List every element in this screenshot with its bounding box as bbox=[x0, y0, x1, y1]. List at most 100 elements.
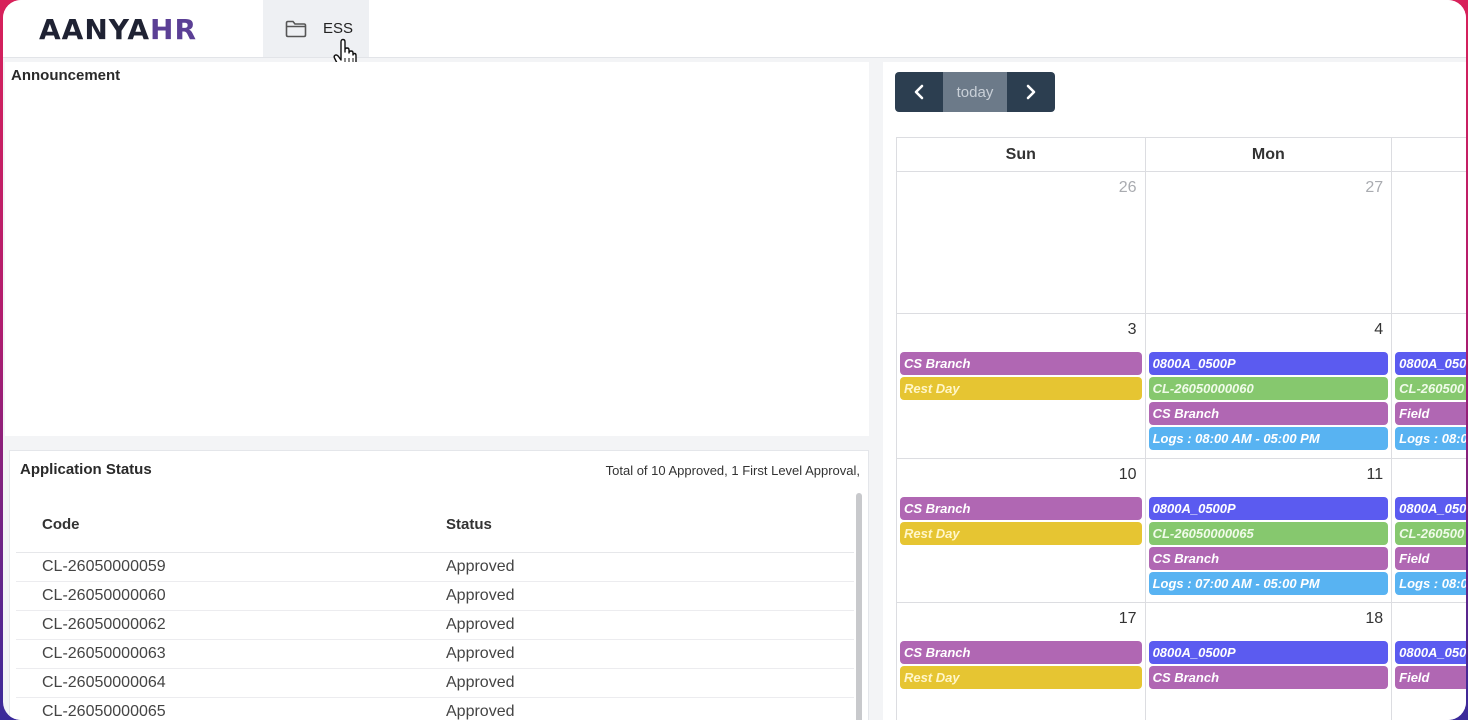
folder-icon bbox=[285, 20, 307, 37]
column-header-code[interactable]: Code bbox=[16, 516, 446, 533]
calendar-event[interactable]: 0800A_0500P bbox=[1148, 641, 1389, 664]
calendar-week: 17 CS Branch Rest Day 18 0800A_0500P CS Branc… bbox=[897, 603, 1466, 720]
calendar-event[interactable]: Rest Day bbox=[900, 377, 1142, 400]
application-status-table: Code Status CL-26050000059 Approved CL-260… bbox=[16, 497, 854, 720]
calendar-nav: today bbox=[895, 72, 1055, 112]
calendar-day-cell[interactable]: 3 CS Branch Rest Day bbox=[897, 314, 1146, 459]
calendar-event[interactable]: CL-260500 bbox=[1395, 522, 1466, 545]
today-button[interactable]: today bbox=[943, 72, 1007, 112]
cell-code: CL-26050000063 bbox=[42, 645, 166, 662]
day-header-tue bbox=[1392, 138, 1466, 172]
calendar-day-cell[interactable]: 0800A_050 Field bbox=[1392, 603, 1466, 720]
cell-status: Approved bbox=[446, 587, 515, 604]
calendar-grid: Sun Mon 26 27 3 CS Branch Rest Day 4 0800A_050… bbox=[896, 137, 1466, 720]
table-row[interactable]: CL-26050000059 Approved bbox=[16, 553, 854, 582]
calendar-event[interactable]: CL-26050000065 bbox=[1148, 522, 1389, 545]
calendar-event[interactable]: Field bbox=[1395, 547, 1466, 570]
next-button[interactable] bbox=[1007, 72, 1055, 112]
calendar-day-cell[interactable]: 11 0800A_0500P CL-26050000065 CS Branch Logs… bbox=[1145, 459, 1393, 603]
day-events: 0800A_0500P CS Branch bbox=[1148, 641, 1389, 691]
day-events: CS Branch Rest Day bbox=[900, 352, 1142, 402]
cell-status: Approved bbox=[446, 674, 515, 691]
calendar-event[interactable]: CL-260500 bbox=[1395, 377, 1466, 400]
day-header-mon: Mon bbox=[1145, 138, 1393, 172]
logo-main: AANYA bbox=[39, 13, 151, 46]
calendar-event[interactable]: Field bbox=[1395, 402, 1466, 425]
calendar-event[interactable]: Logs : 08:0 bbox=[1395, 427, 1466, 450]
calendar-week: 3 CS Branch Rest Day 4 0800A_0500P CL-2605000… bbox=[897, 314, 1466, 459]
calendar-day-cell[interactable] bbox=[1392, 172, 1466, 314]
day-number[interactable]: 18 bbox=[1365, 610, 1383, 628]
calendar-day-cell[interactable]: 26 bbox=[897, 172, 1146, 314]
table-row[interactable]: CL-26050000062 Approved bbox=[16, 611, 854, 640]
calendar-event[interactable]: 0800A_0500P bbox=[1148, 352, 1389, 375]
day-number[interactable]: 26 bbox=[1119, 179, 1137, 197]
day-events: CS Branch Rest Day bbox=[900, 641, 1142, 691]
calendar-event[interactable]: 0800A_0500P bbox=[1148, 497, 1389, 520]
calendar-week: 26 27 bbox=[897, 172, 1466, 314]
app-logo[interactable]: AANYAHR bbox=[39, 14, 197, 46]
calendar-event[interactable]: 0800A_050 bbox=[1395, 352, 1466, 375]
calendar-event[interactable]: CL-26050000060 bbox=[1148, 377, 1389, 400]
calendar-event[interactable]: CS Branch bbox=[1148, 402, 1389, 425]
day-number[interactable]: 4 bbox=[1374, 321, 1383, 339]
calendar-event[interactable]: Logs : 07:00 AM - 05:00 PM bbox=[1148, 572, 1389, 595]
calendar-day-cell[interactable]: 4 0800A_0500P CL-26050000060 CS Branch Logs … bbox=[1145, 314, 1393, 459]
calendar-event[interactable]: CS Branch bbox=[900, 641, 1142, 664]
calendar-day-cell[interactable]: 17 CS Branch Rest Day bbox=[897, 603, 1146, 720]
column-header-status[interactable]: Status bbox=[446, 516, 854, 533]
table-scrollbar[interactable] bbox=[856, 493, 862, 720]
day-events: 0800A_050 CL-260500 Field Logs : 08:0 bbox=[1395, 497, 1466, 597]
calendar-event[interactable]: CS Branch bbox=[900, 352, 1142, 375]
day-events: 0800A_0500P CL-26050000065 CS Branch Logs :… bbox=[1148, 497, 1389, 597]
chevron-right-icon bbox=[1026, 84, 1036, 100]
day-number[interactable]: 11 bbox=[1367, 466, 1384, 484]
calendar-event[interactable]: CS Branch bbox=[1148, 547, 1389, 570]
calendar-event[interactable]: Rest Day bbox=[900, 666, 1142, 689]
calendar-day-cell[interactable]: 18 0800A_0500P CS Branch bbox=[1146, 603, 1393, 720]
table-row[interactable]: CL-26050000065 Approved bbox=[16, 698, 854, 720]
logo-accent: HR bbox=[150, 13, 198, 46]
cell-status: Approved bbox=[446, 703, 515, 720]
day-number[interactable]: 27 bbox=[1365, 179, 1383, 197]
app-window: AANYAHR ESS Announcement Application Sta… bbox=[3, 0, 1466, 720]
cell-status: Approved bbox=[446, 558, 515, 575]
calendar-event[interactable]: Logs : 08:00 AM - 05:00 PM bbox=[1148, 427, 1389, 450]
application-status-panel: Application Status Total of 10 Approved,… bbox=[9, 450, 869, 720]
day-number[interactable]: 17 bbox=[1119, 610, 1137, 628]
table-row[interactable]: CL-26050000063 Approved bbox=[16, 640, 854, 669]
calendar-event[interactable]: Field bbox=[1395, 666, 1466, 689]
cell-code: CL-26050000064 bbox=[42, 674, 166, 691]
calendar-event[interactable]: Rest Day bbox=[900, 522, 1142, 545]
calendar-day-cell[interactable]: 0800A_050 CL-260500 Field Logs : 08:0 bbox=[1392, 459, 1466, 603]
calendar-event[interactable]: 0800A_050 bbox=[1395, 641, 1466, 664]
day-header-sun: Sun bbox=[897, 138, 1146, 172]
table-row[interactable]: CL-26050000060 Approved bbox=[16, 582, 854, 611]
calendar-event[interactable]: 0800A_050 bbox=[1395, 497, 1466, 520]
ess-tab-label: ESS bbox=[323, 20, 354, 37]
day-events: 0800A_050 Field bbox=[1395, 641, 1466, 691]
cell-status: Approved bbox=[446, 616, 515, 633]
calendar-day-cell[interactable]: 10 CS Branch Rest Day bbox=[897, 459, 1146, 603]
calendar-day-cell[interactable]: 27 bbox=[1145, 172, 1393, 314]
calendar-day-cell[interactable]: 0800A_050 CL-260500 Field Logs : 08:0 bbox=[1392, 314, 1466, 459]
table-header: Code Status bbox=[16, 497, 854, 553]
application-status-summary: Total of 10 Approved, 1 First Level Appr… bbox=[605, 463, 860, 478]
cell-code: CL-26050000059 bbox=[42, 558, 166, 575]
day-events: 0800A_0500P CL-26050000060 CS Branch Logs :… bbox=[1148, 352, 1389, 452]
calendar-event[interactable]: CS Branch bbox=[900, 497, 1142, 520]
chevron-left-icon bbox=[914, 84, 924, 100]
day-number[interactable]: 10 bbox=[1119, 466, 1137, 484]
calendar-event[interactable]: CS Branch bbox=[1148, 666, 1389, 689]
table-row[interactable]: CL-26050000064 Approved bbox=[16, 669, 854, 698]
day-number[interactable]: 3 bbox=[1128, 321, 1137, 339]
cell-code: CL-26050000062 bbox=[42, 616, 166, 633]
calendar-week: 10 CS Branch Rest Day 11 0800A_0500P CL-26050… bbox=[897, 459, 1466, 603]
cell-code: CL-26050000060 bbox=[42, 587, 166, 604]
application-status-title: Application Status bbox=[20, 461, 152, 478]
day-events: CS Branch Rest Day bbox=[900, 497, 1142, 547]
prev-button[interactable] bbox=[895, 72, 943, 112]
top-bar: AANYAHR ESS bbox=[3, 0, 1466, 71]
cell-status: Approved bbox=[446, 645, 515, 662]
calendar-event[interactable]: Logs : 08:0 bbox=[1395, 572, 1466, 595]
